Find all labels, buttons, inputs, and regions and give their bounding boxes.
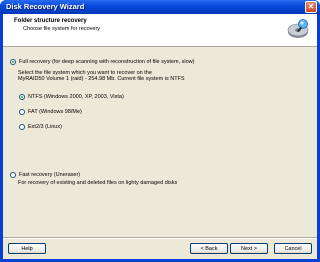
fat-label: FAT (Windows 98/Me) xyxy=(28,109,82,115)
ntfs-label: NTFS (Windows 2000, XP, 2003, Vista) xyxy=(28,94,124,100)
fat-radio[interactable]: FAT (Windows 98/Me) xyxy=(19,109,82,115)
radio-checked-icon xyxy=(19,94,25,100)
close-icon: ✕ xyxy=(307,2,315,11)
full-recovery-radio[interactable]: Full recovery (for deep scanning with re… xyxy=(10,59,194,65)
full-recovery-description-line2: MyRAID50 Volume 1 (raid) - 254.98 Mb. Cu… xyxy=(18,76,185,82)
window-title: Disk Recovery Wizard xyxy=(6,2,85,11)
cancel-button[interactable]: Cancel xyxy=(274,243,312,254)
fast-recovery-label: Fast recovery (Uneraser) xyxy=(19,172,81,178)
close-button[interactable]: ✕ xyxy=(305,1,317,13)
fast-recovery-description: For recovery of existing and deleted fil… xyxy=(18,180,178,186)
help-button[interactable]: Help xyxy=(8,243,46,254)
wizard-header: Folder structure recovery Choose file sy… xyxy=(3,14,317,47)
next-button[interactable]: Next > xyxy=(230,243,268,254)
full-recovery-label: Full recovery (for deep scanning with re… xyxy=(19,59,195,65)
ext-label: Ext2/3 (Linux) xyxy=(28,124,62,130)
back-button[interactable]: < Back xyxy=(190,243,228,254)
ntfs-radio[interactable]: NTFS (Windows 2000, XP, 2003, Vista) xyxy=(19,94,124,100)
radio-unchecked-icon xyxy=(19,109,25,115)
radio-unchecked-icon xyxy=(10,172,16,178)
radio-unchecked-icon xyxy=(19,124,25,130)
fast-recovery-radio[interactable]: Fast recovery (Uneraser) xyxy=(10,172,80,178)
ext-radio[interactable]: Ext2/3 (Linux) xyxy=(19,124,62,130)
header-subtitle: Choose file system for recovery xyxy=(23,26,101,32)
title-bar[interactable]: Disk Recovery Wizard ✕ xyxy=(0,0,320,14)
disk-drive-icon xyxy=(287,19,309,38)
radio-checked-icon xyxy=(10,59,16,65)
header-title: Folder structure recovery xyxy=(14,18,87,24)
dialog-body: Folder structure recovery Choose file sy… xyxy=(3,14,317,259)
wizard-window: Disk Recovery Wizard ✕ Folder structure … xyxy=(0,0,320,262)
footer-divider xyxy=(3,237,317,239)
